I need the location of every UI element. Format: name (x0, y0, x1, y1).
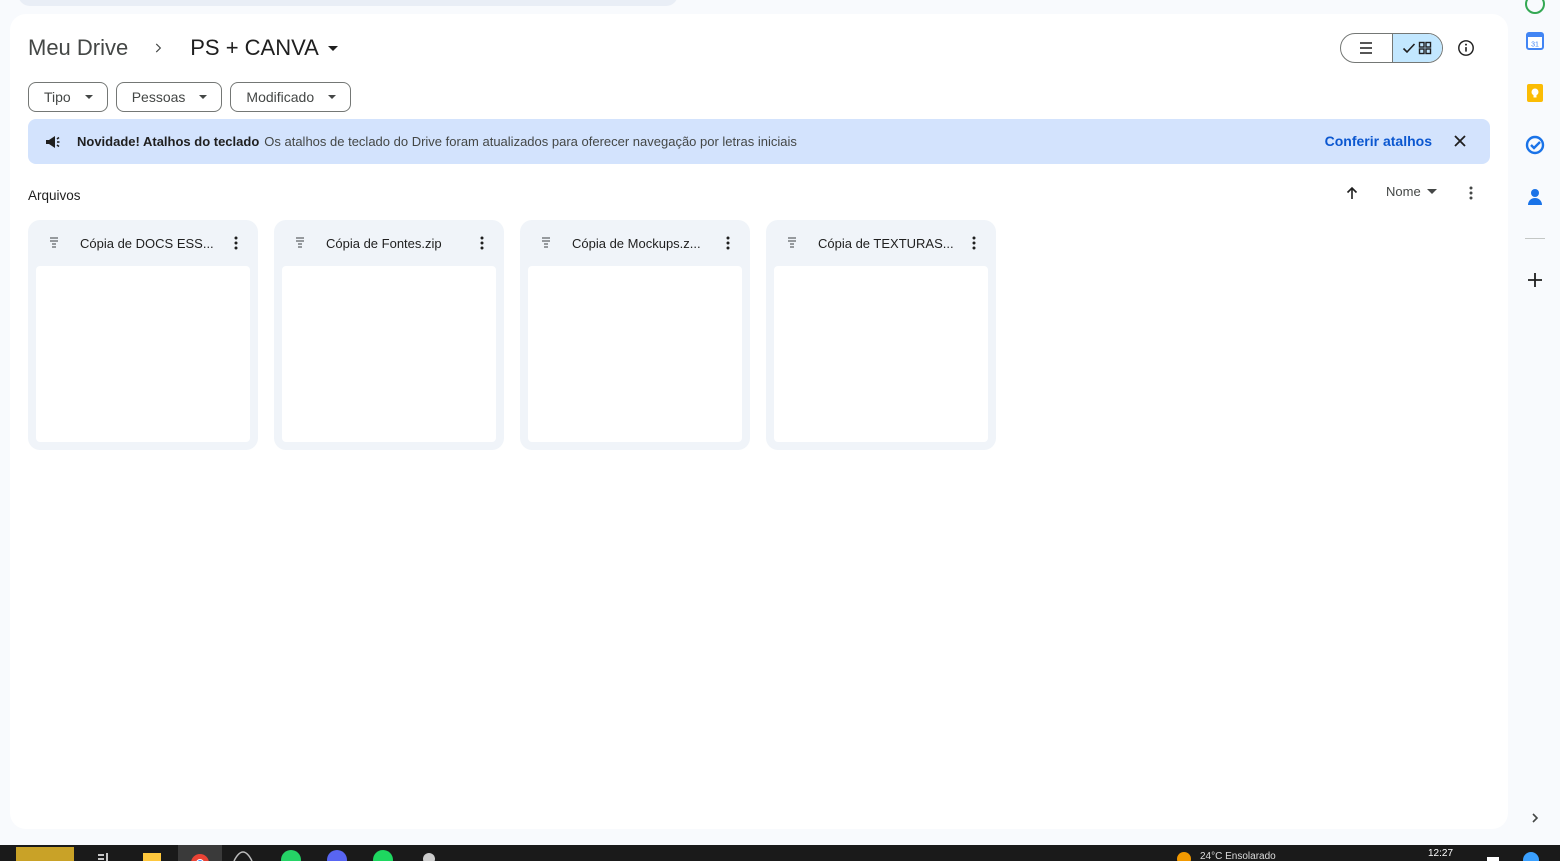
breadcrumb-root[interactable]: Meu Drive (28, 35, 132, 61)
file-thumbnail[interactable] (528, 266, 742, 442)
file-card-header: Cópia de Fontes.zip (274, 220, 504, 266)
breadcrumb: Meu Drive PS + CANVA (28, 34, 338, 62)
clock[interactable]: 12:27 (1428, 848, 1453, 859)
dropdown-caret-icon (327, 45, 338, 51)
view-toggle (1340, 33, 1443, 63)
file-name: Cópia de Mockups.z... (572, 235, 701, 251)
file-name: Cópia de Fontes.zip (326, 235, 442, 251)
more-vert-icon (234, 236, 238, 250)
list-icon (1360, 42, 1373, 54)
sort-by-button[interactable]: Nome (1386, 184, 1437, 199)
file-thumbnail[interactable] (36, 266, 250, 442)
account-edge-icon[interactable] (1523, 0, 1547, 16)
app-icon[interactable] (420, 847, 438, 861)
main-content: Meu Drive PS + CANVA Tipo Pessoas Modifi… (10, 14, 1508, 829)
chip-label: Modificado (246, 89, 315, 105)
tasks-icon[interactable] (1523, 133, 1547, 157)
filter-modified-chip[interactable]: Modificado (230, 82, 352, 112)
arrow-up-icon (1346, 186, 1358, 199)
view-shortcuts-link[interactable]: Conferir atalhos (1325, 133, 1432, 149)
file-thumbnail[interactable] (774, 266, 988, 442)
zip-icon (46, 235, 62, 251)
file-name: Cópia de TEXTURAS... (818, 235, 954, 251)
spotify-icon[interactable] (372, 847, 394, 861)
more-vert-icon (480, 236, 484, 250)
notifications-icon[interactable] (1486, 847, 1500, 861)
check-icon (1403, 43, 1416, 54)
calendar-day: 31 (1531, 42, 1539, 49)
zip-icon (292, 235, 308, 251)
side-panel: 31 (1510, 0, 1560, 845)
copilot-icon[interactable] (1522, 847, 1540, 861)
chip-label: Tipo (44, 89, 71, 105)
close-banner-button[interactable] (1450, 131, 1470, 151)
banner-text: Os atalhos de teclado do Drive foram atu… (264, 134, 797, 149)
chrome-taskbar-button[interactable] (178, 845, 222, 861)
close-icon (1454, 135, 1466, 147)
file-grid: Cópia de DOCS ESS... Cópia de Fontes.zip… (28, 220, 996, 450)
calendar-icon[interactable]: 31 (1523, 29, 1547, 53)
chevron-right-icon[interactable] (1523, 806, 1547, 830)
dropdown-caret-icon (328, 95, 337, 99)
file-card-header: Cópia de DOCS ESS... (28, 220, 258, 266)
details-button[interactable] (1454, 36, 1478, 60)
file-card[interactable]: Cópia de Fontes.zip (274, 220, 504, 450)
file-explorer-icon[interactable] (142, 847, 162, 861)
file-more-button[interactable] (224, 231, 248, 255)
sort-label: Nome (1386, 184, 1421, 199)
file-card-header: Cópia de Mockups.z... (520, 220, 750, 266)
breadcrumb-current-folder[interactable]: PS + CANVA (186, 35, 338, 61)
sort-direction-button[interactable] (1340, 181, 1364, 205)
file-card[interactable]: Cópia de Mockups.z... (520, 220, 750, 450)
more-vert-icon (1469, 186, 1473, 200)
list-view-button[interactable] (1341, 34, 1392, 62)
search-bar-edge[interactable] (18, 0, 678, 6)
dropdown-caret-icon (84, 95, 93, 99)
os-taskbar: 24°C Ensolarado 12:27 (0, 845, 1560, 861)
file-card[interactable]: Cópia de DOCS ESS... (28, 220, 258, 450)
contacts-icon[interactable] (1523, 185, 1547, 209)
file-more-button[interactable] (962, 231, 986, 255)
dropdown-caret-icon (199, 95, 208, 99)
task-view-icon[interactable] (96, 847, 114, 861)
app-icon[interactable] (232, 847, 254, 861)
chip-label: Pessoas (131, 89, 186, 105)
file-more-button[interactable] (470, 231, 494, 255)
keyboard-shortcuts-banner: Novidade! Atalhos do teclado Os atalhos … (28, 119, 1490, 164)
more-vert-icon (972, 236, 976, 250)
filter-people-chip[interactable]: Pessoas (115, 82, 223, 112)
folder-name: PS + CANVA (190, 35, 319, 60)
section-more-button[interactable] (1459, 181, 1483, 205)
grid-icon (1419, 41, 1432, 55)
file-thumbnail[interactable] (282, 266, 496, 442)
weather-text[interactable]: 24°C Ensolarado (1200, 851, 1276, 861)
file-card-header: Cópia de TEXTURAS... (766, 220, 996, 266)
banner-title: Novidade! Atalhos do teclado (77, 134, 260, 149)
megaphone-icon (43, 132, 63, 152)
file-name: Cópia de DOCS ESS... (80, 235, 214, 251)
chevron-right-icon (146, 36, 170, 60)
more-vert-icon (726, 236, 730, 250)
section-title: Arquivos (28, 188, 81, 203)
taskbar-thumbnail[interactable] (16, 847, 74, 861)
side-divider (1525, 238, 1545, 239)
zip-icon (538, 235, 554, 251)
filter-type-chip[interactable]: Tipo (28, 82, 108, 112)
filter-chips: Tipo Pessoas Modificado (28, 82, 352, 112)
discord-icon[interactable] (326, 847, 348, 861)
zip-icon (784, 235, 800, 251)
file-card[interactable]: Cópia de TEXTURAS... (766, 220, 996, 450)
grid-view-button[interactable] (1391, 34, 1442, 62)
info-icon (1458, 40, 1474, 56)
add-icon[interactable] (1523, 268, 1547, 292)
keep-icon[interactable] (1523, 81, 1547, 105)
dropdown-caret-icon (1426, 189, 1437, 194)
whatsapp-icon[interactable] (280, 847, 302, 861)
weather-icon[interactable] (1176, 847, 1192, 861)
file-more-button[interactable] (716, 231, 740, 255)
